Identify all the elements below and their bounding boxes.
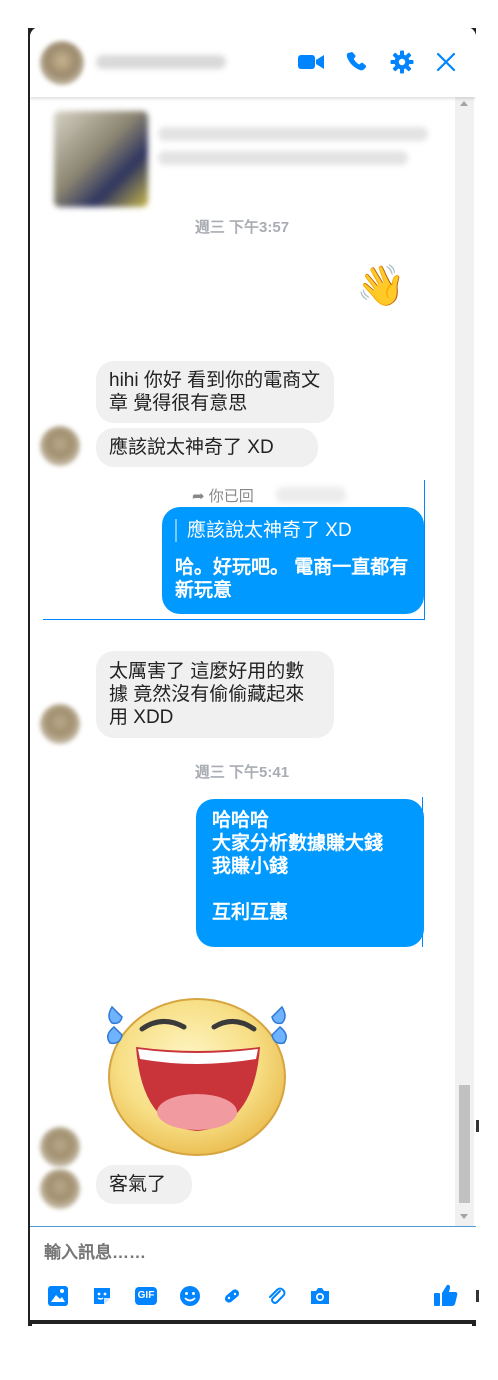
incoming-message: 客氣了: [96, 1165, 192, 1204]
scroll-up-arrow-icon[interactable]: [460, 101, 468, 106]
incoming-message: 太厲害了 這麼好用的數據 竟然沒有偷偷藏起來用 XDD: [96, 651, 334, 738]
reply-header-text: 你已回: [208, 488, 254, 505]
incoming-message: 應該說太神奇了 XD: [96, 428, 318, 467]
reply-header: ➦ 你已回: [192, 485, 254, 506]
laughing-face-sticker[interactable]: [92, 977, 292, 1157]
photo-icon[interactable]: [46, 1284, 70, 1308]
contact-avatar-small[interactable]: [40, 1169, 80, 1209]
phone-icon[interactable]: [341, 47, 371, 77]
incoming-message: hihi 你好 看到你的電商文章 覺得很有意思: [96, 361, 334, 423]
message-line: 大家分析數據賺大錢: [212, 833, 384, 854]
gif-icon[interactable]: GIF: [134, 1284, 158, 1308]
video-call-icon[interactable]: [296, 47, 326, 77]
gear-icon[interactable]: [387, 47, 417, 77]
close-icon[interactable]: [431, 47, 461, 77]
edge-mark: [476, 1120, 479, 1132]
reply-arrow-icon: ➦: [192, 488, 205, 505]
reply-recipient: [276, 487, 346, 503]
message-line: 互利互惠: [212, 902, 289, 923]
scrollbar[interactable]: [455, 97, 474, 1226]
contact-avatar-small[interactable]: [40, 704, 80, 744]
wave-emoji: 👋: [356, 264, 406, 308]
chat-header: [30, 27, 476, 97]
outgoing-message: 哈哈哈 大家分析數據賺大錢 我賺小錢 互利互惠: [196, 799, 424, 947]
message-line: 哈哈哈: [212, 810, 270, 831]
shared-link-text: [158, 127, 428, 141]
camera-icon[interactable]: [308, 1284, 332, 1308]
message-input[interactable]: [42, 1242, 346, 1264]
gif-label: GIF: [134, 1287, 158, 1305]
chat-window: 週三 下午3:57 👋 hihi 你好 看到你的電商文章 覺得很有意思 應該說太…: [30, 27, 476, 1320]
contact-name[interactable]: [96, 55, 226, 69]
edge-mark: [476, 1290, 479, 1302]
game-icon[interactable]: [220, 1284, 244, 1308]
message-line: 我賺小錢: [212, 856, 289, 877]
composer-divider: [30, 1226, 476, 1227]
scrollbar-thumb[interactable]: [459, 1085, 470, 1203]
window-frame-bottom: [28, 1320, 476, 1324]
outgoing-message-text: 哈。好玩吧。 電商一直都有新玩意: [175, 557, 409, 601]
contact-avatar[interactable]: [40, 41, 84, 85]
timestamp: 週三 下午5:41: [194, 764, 290, 781]
quoted-message: 應該說太神奇了 XD: [175, 519, 411, 542]
shared-image[interactable]: [54, 111, 148, 207]
emoji-icon[interactable]: [178, 1284, 202, 1308]
scroll-down-arrow-icon[interactable]: [460, 1214, 468, 1219]
outgoing-message-with-quote: 應該說太神奇了 XD 哈。好玩吧。 電商一直都有新玩意: [162, 507, 424, 614]
attachment-icon[interactable]: [264, 1284, 288, 1308]
sticker-icon[interactable]: [90, 1284, 114, 1308]
contact-avatar-small[interactable]: [40, 426, 80, 466]
contact-avatar-small[interactable]: [40, 1127, 80, 1167]
like-icon[interactable]: [432, 1281, 460, 1309]
message-list[interactable]: 週三 下午3:57 👋 hihi 你好 看到你的電商文章 覺得很有意思 應該說太…: [30, 97, 454, 1226]
timestamp: 週三 下午3:57: [194, 219, 290, 236]
shared-link-text: [158, 151, 408, 165]
